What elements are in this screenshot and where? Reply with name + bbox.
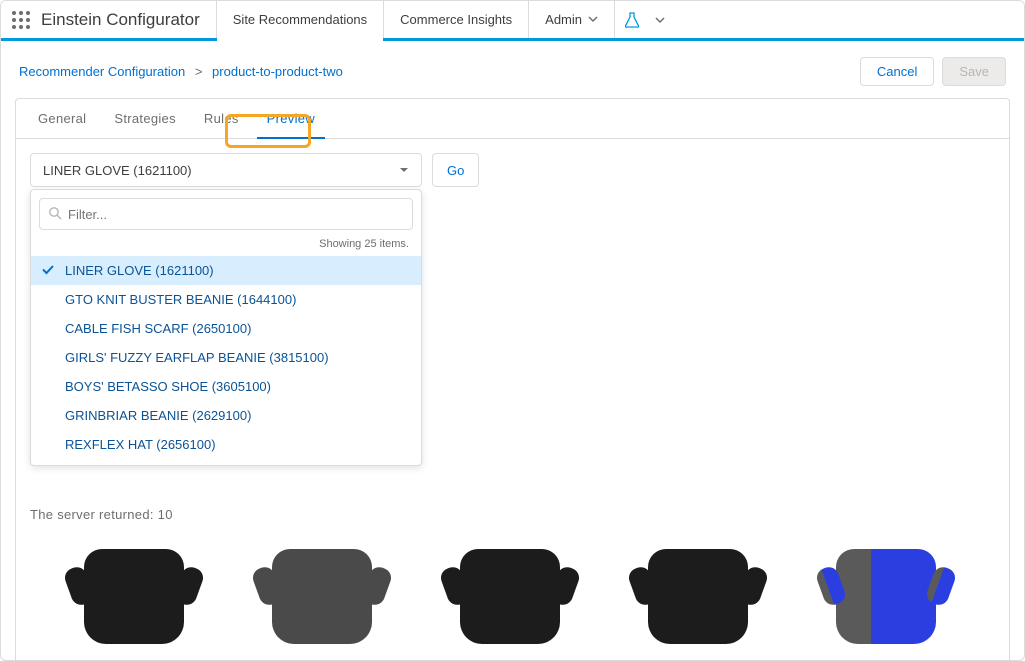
product-thumbnail[interactable] (54, 536, 214, 656)
check-icon (41, 262, 55, 279)
option-list[interactable]: LINER GLOVE (1621100) GTO KNIT BUSTER BE… (31, 256, 421, 465)
breadcrumb-separator: > (195, 64, 203, 79)
top-chevron-down-icon[interactable] (649, 15, 671, 25)
option-item[interactable]: GRINBRIAR BEANIE (2629100) (31, 401, 421, 430)
option-label: REXFLEX HAT (2656100) (65, 437, 216, 452)
combobox-value: LINER GLOVE (1621100) (43, 163, 192, 178)
config-card: General Strategies Rules Preview LINER G… (15, 98, 1010, 661)
top-nav: Einstein Configurator Site Recommendatio… (1, 1, 1024, 41)
breadcrumb: Recommender Configuration > product-to-p… (19, 64, 343, 79)
product-thumbnail[interactable] (430, 536, 590, 656)
tab-label: Admin (545, 12, 582, 27)
results-label: The server returned: 10 (30, 507, 995, 522)
tab-preview[interactable]: Preview (253, 99, 329, 138)
option-label: GRINBRIAR BEANIE (2629100) (65, 408, 251, 423)
filter-input[interactable] (68, 207, 404, 222)
app-launcher-icon[interactable] (1, 10, 41, 30)
tab-admin[interactable]: Admin (528, 1, 615, 38)
app-title: Einstein Configurator (41, 10, 216, 30)
breadcrumb-root[interactable]: Recommender Configuration (19, 64, 185, 79)
option-item[interactable]: GTO KNIT BUSTER BEANIE (1644100) (31, 285, 421, 314)
tab-rules[interactable]: Rules (190, 99, 253, 138)
product-thumbnail[interactable] (242, 536, 402, 656)
caret-down-icon (399, 163, 409, 178)
product-results-row (30, 532, 995, 660)
flask-icon[interactable] (615, 12, 649, 28)
option-label: BOYS' BETASSO SHOE (3605100) (65, 379, 271, 394)
search-icon (48, 206, 62, 223)
product-thumbnail[interactable] (806, 536, 966, 656)
breadcrumb-current[interactable]: product-to-product-two (212, 64, 343, 79)
option-item[interactable]: CABLE FISH SCARF (2650100) (31, 314, 421, 343)
filter-input-wrap[interactable] (39, 198, 413, 230)
tab-general[interactable]: General (24, 99, 100, 138)
product-combobox[interactable]: LINER GLOVE (1621100) (30, 153, 422, 187)
tab-label: Commerce Insights (400, 12, 512, 27)
product-dropdown-panel: Showing 25 items. LINER GLOVE (1621100) … (30, 189, 422, 466)
option-label: GIRLS' FUZZY EARFLAP BEANIE (3815100) (65, 350, 329, 365)
showing-count: Showing 25 items. (31, 238, 421, 256)
option-label: GTO KNIT BUSTER BEANIE (1644100) (65, 292, 296, 307)
option-item[interactable]: BOYS' BETASSO SHOE (3605100) (31, 372, 421, 401)
sub-tabs: General Strategies Rules Preview (16, 99, 1009, 139)
product-thumbnail[interactable] (618, 536, 778, 656)
save-button: Save (942, 57, 1006, 86)
option-item[interactable]: GIRLS' FUZZY EARFLAP BEANIE (3815100) (31, 343, 421, 372)
option-item[interactable]: LINER GLOVE (1621100) (31, 256, 421, 285)
option-label: CABLE FISH SCARF (2650100) (65, 321, 251, 336)
tab-site-recommendations[interactable]: Site Recommendations (216, 1, 383, 38)
tab-label: Site Recommendations (233, 12, 367, 27)
cancel-button[interactable]: Cancel (860, 57, 934, 86)
go-button[interactable]: Go (432, 153, 479, 187)
tab-commerce-insights[interactable]: Commerce Insights (383, 1, 528, 38)
option-label: LINER GLOVE (1621100) (65, 263, 214, 278)
chevron-down-icon (588, 12, 598, 27)
tab-strategies[interactable]: Strategies (100, 99, 190, 138)
option-item[interactable]: REXFLEX HAT (2656100) (31, 430, 421, 459)
